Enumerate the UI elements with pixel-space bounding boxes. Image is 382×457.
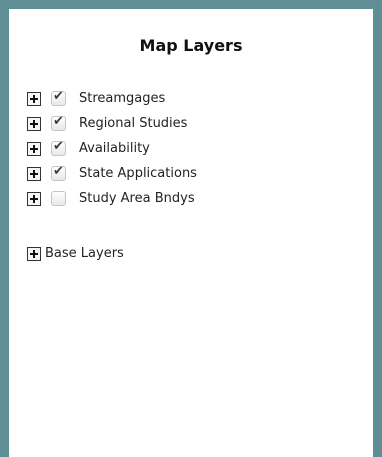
expand-plus-icon[interactable]	[27, 116, 41, 131]
layer-row-streamgages: ✔ Streamgages	[27, 86, 197, 111]
expand-plus-icon[interactable]	[27, 191, 41, 206]
map-layers-panel: Map Layers ✔ Streamgages ✔ Regional Stud…	[0, 0, 382, 457]
base-layers-row: Base Layers	[27, 241, 124, 266]
layer-label: Availability	[79, 141, 150, 156]
layer-checkbox-regional-studies[interactable]: ✔	[51, 114, 66, 131]
layer-checkbox-study-area-bndys[interactable]	[51, 191, 66, 206]
base-layers-label[interactable]: Base Layers	[45, 246, 124, 261]
panel-title: Map Layers	[139, 36, 243, 55]
layer-checkbox-streamgages[interactable]: ✔	[51, 89, 66, 106]
layer-label: Regional Studies	[79, 116, 188, 131]
expand-plus-icon[interactable]	[27, 91, 41, 106]
layer-checkbox-availability[interactable]: ✔	[51, 139, 66, 156]
expand-plus-icon[interactable]	[27, 141, 41, 156]
layer-row-availability: ✔ Availability	[27, 136, 197, 161]
layer-label: Study Area Bndys	[79, 191, 195, 206]
layer-row-state-applications: ✔ State Applications	[27, 161, 197, 186]
layer-checkbox-state-applications[interactable]: ✔	[51, 164, 66, 181]
expand-plus-icon[interactable]	[27, 166, 41, 181]
checkmark-icon: ✔	[53, 114, 64, 129]
checkmark-icon: ✔	[53, 139, 64, 154]
layer-label: Streamgages	[79, 91, 166, 106]
checkmark-icon: ✔	[53, 89, 64, 104]
expand-plus-icon[interactable]	[27, 246, 41, 261]
layer-list: ✔ Streamgages ✔ Regional Studies ✔ Avail…	[27, 86, 197, 211]
layer-row-regional-studies: ✔ Regional Studies	[27, 111, 197, 136]
checkmark-icon: ✔	[53, 164, 64, 179]
layer-label: State Applications	[79, 166, 197, 181]
layer-row-study-area-bndys: Study Area Bndys	[27, 186, 197, 211]
